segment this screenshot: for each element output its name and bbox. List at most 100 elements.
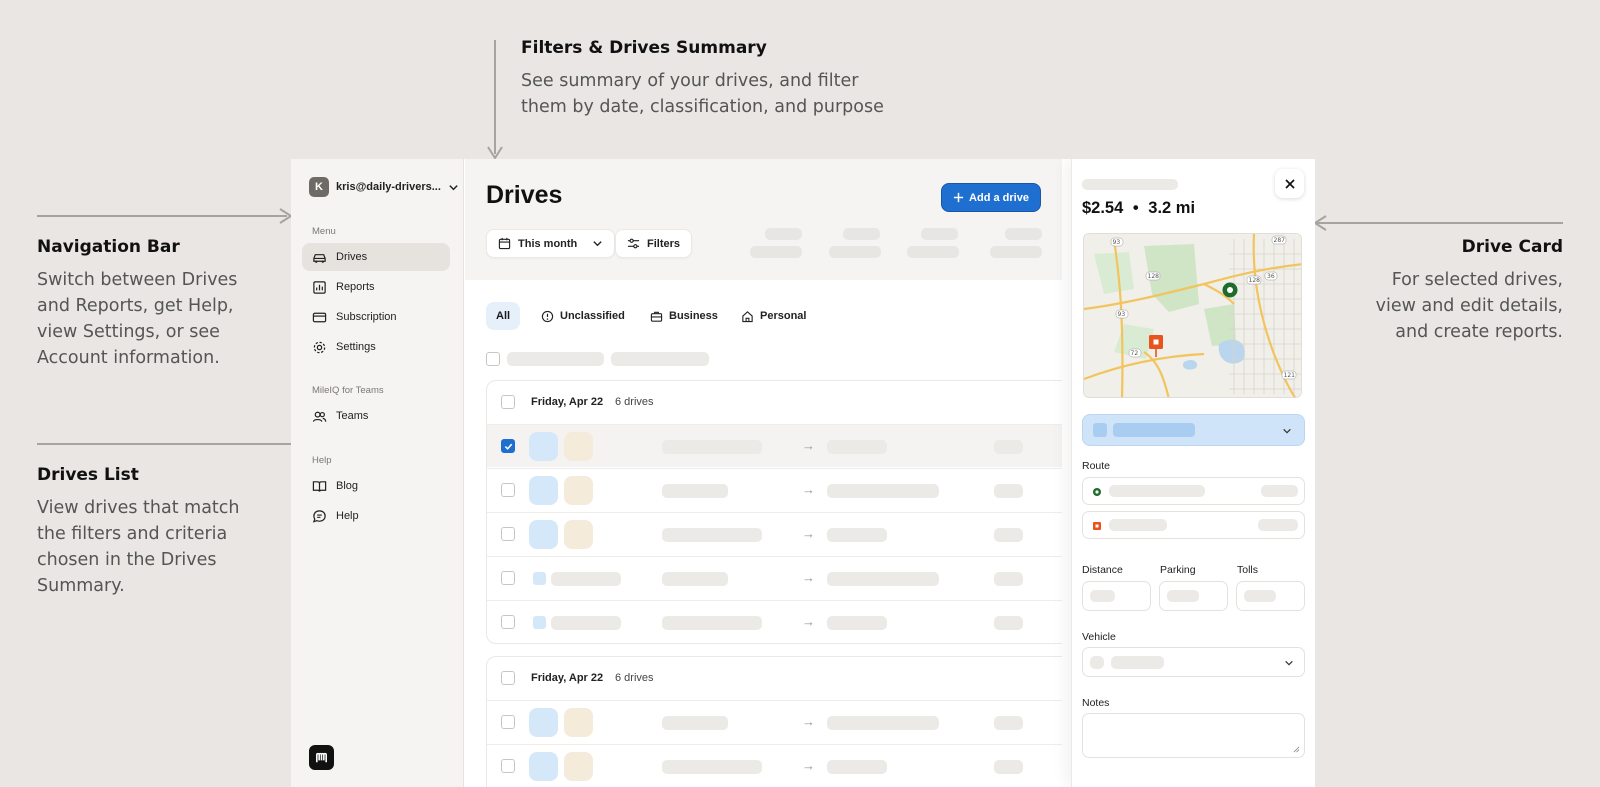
account-switcher[interactable]: K kris@daily-drivers... [309,177,459,197]
close-button[interactable] [1275,169,1304,198]
close-icon [1284,178,1295,189]
filters-label: Filters [647,237,681,250]
drive-type-tag [529,520,558,549]
distance-label: Distance [1082,564,1123,576]
end-address-placeholder [1109,519,1167,531]
arrow-right-icon: → [802,438,815,453]
drive-type-tag [564,476,593,505]
arrow-right-icon: → [802,714,815,729]
map-route-label: 121 [1284,372,1296,379]
start-location-placeholder [662,760,762,774]
start-location-placeholder [662,616,762,630]
summary-placeholder [829,246,881,258]
end-location-placeholder [827,616,887,630]
drive-type-tag [533,616,546,629]
distance-field[interactable] [1082,581,1151,611]
route-label: Route [1082,460,1111,472]
drive-group-header: Friday, Apr 22 6 drives [487,657,1062,700]
table-row[interactable]: → [487,468,1062,511]
table-row[interactable]: → [487,600,1062,643]
sidebar-item-help[interactable]: Help [302,502,450,530]
table-row[interactable]: → [487,556,1062,599]
group-checkbox[interactable] [501,671,515,685]
sliders-icon [627,238,640,249]
separator-dot: • [1132,199,1139,217]
notes-textarea[interactable] [1082,713,1305,758]
sidebar-item-blog[interactable]: Blog [302,472,450,500]
navigation-annotation: Navigation Bar Switch between Drives and… [37,237,252,371]
summary-placeholder [750,246,802,258]
sidebar-item-drives[interactable]: Drives [302,243,450,271]
summary-placeholder [907,246,959,258]
table-row[interactable]: → [487,424,1062,467]
row-checkbox[interactable] [501,615,515,629]
summary-placeholder [921,228,958,240]
add-drive-button[interactable]: Add a drive [941,183,1041,212]
group-date: Friday, Apr 22 [531,672,604,684]
arrow-right-icon: → [802,614,815,629]
sidebar-item-settings[interactable]: Settings [302,333,450,361]
parking-label: Parking [1160,564,1196,576]
row-checkbox[interactable] [501,439,515,453]
date-filter-dropdown[interactable]: This month [486,229,616,258]
sidebar-item-teams[interactable]: Teams [302,402,450,430]
group-drive-count: 6 drives [615,396,654,408]
distance-placeholder [1090,590,1115,602]
tab-personal[interactable]: Personal [731,302,816,330]
teams-section-label: MileIQ for Teams [312,385,384,396]
row-checkbox[interactable] [501,759,515,773]
filters-button[interactable]: Filters [615,229,693,258]
row-checkbox[interactable] [501,483,515,497]
calendar-icon [498,237,511,250]
purpose-placeholder [551,572,621,586]
table-row[interactable]: → [487,512,1062,555]
navigation-annotation-body: Switch between Drives and Reports, get H… [37,270,238,368]
parking-field[interactable] [1159,581,1228,611]
row-checkbox[interactable] [501,715,515,729]
vehicle-icon-placeholder [1090,656,1104,669]
summary-placeholder [990,246,1042,258]
tab-unclassified[interactable]: Unclassified [531,302,635,330]
check-icon [504,443,512,450]
start-location-field[interactable] [1082,477,1305,505]
app-window: K kris@daily-drivers... Menu Drives Repo… [291,159,1315,787]
resize-handle-icon[interactable] [1293,746,1300,753]
row-checkbox[interactable] [501,527,515,541]
navigation-annotation-line [37,215,287,217]
credit-card-icon [312,312,327,322]
value-placeholder [994,572,1023,586]
chevron-down-icon [449,184,458,190]
route-map[interactable]: 93 287 128 36 128 93 72 121 [1083,233,1302,398]
drive-group-header: Friday, Apr 22 6 drives [487,381,1062,424]
group-checkbox[interactable] [501,395,515,409]
row-checkbox[interactable] [501,571,515,585]
sidebar-item-subscription[interactable]: Subscription [302,303,450,331]
vehicle-select[interactable] [1082,647,1305,677]
table-row[interactable]: → [487,744,1062,787]
list-summary-placeholder [611,352,709,366]
purpose-select[interactable] [1082,414,1305,446]
tab-business[interactable]: Business [640,302,728,330]
car-icon [313,253,326,263]
drive-type-tag [564,708,593,737]
tab-label: Personal [760,310,807,322]
drives-panel: Drives Add a drive This month Filters Al… [465,159,1062,787]
table-row[interactable]: → [487,700,1062,743]
tab-label: Unclassified [560,310,625,322]
end-location-field[interactable] [1082,511,1305,539]
tab-label: All [496,310,511,322]
navigation-annotation-title: Navigation Bar [37,237,180,257]
page-title: Drives [486,181,563,209]
tolls-field[interactable] [1236,581,1305,611]
end-location-placeholder [827,760,887,774]
drive-type-tag [529,752,558,781]
home-icon [742,310,753,322]
map-route-label: 128 [1148,273,1160,280]
tab-all[interactable]: All [486,302,521,330]
map-route-label: 128 [1249,277,1261,284]
select-all-checkbox[interactable] [486,352,500,366]
account-email: kris@daily-drivers... [336,181,441,193]
start-address-placeholder [1109,485,1205,497]
filters-annotation-arrowhead [487,146,503,160]
sidebar-item-reports[interactable]: Reports [302,273,450,301]
